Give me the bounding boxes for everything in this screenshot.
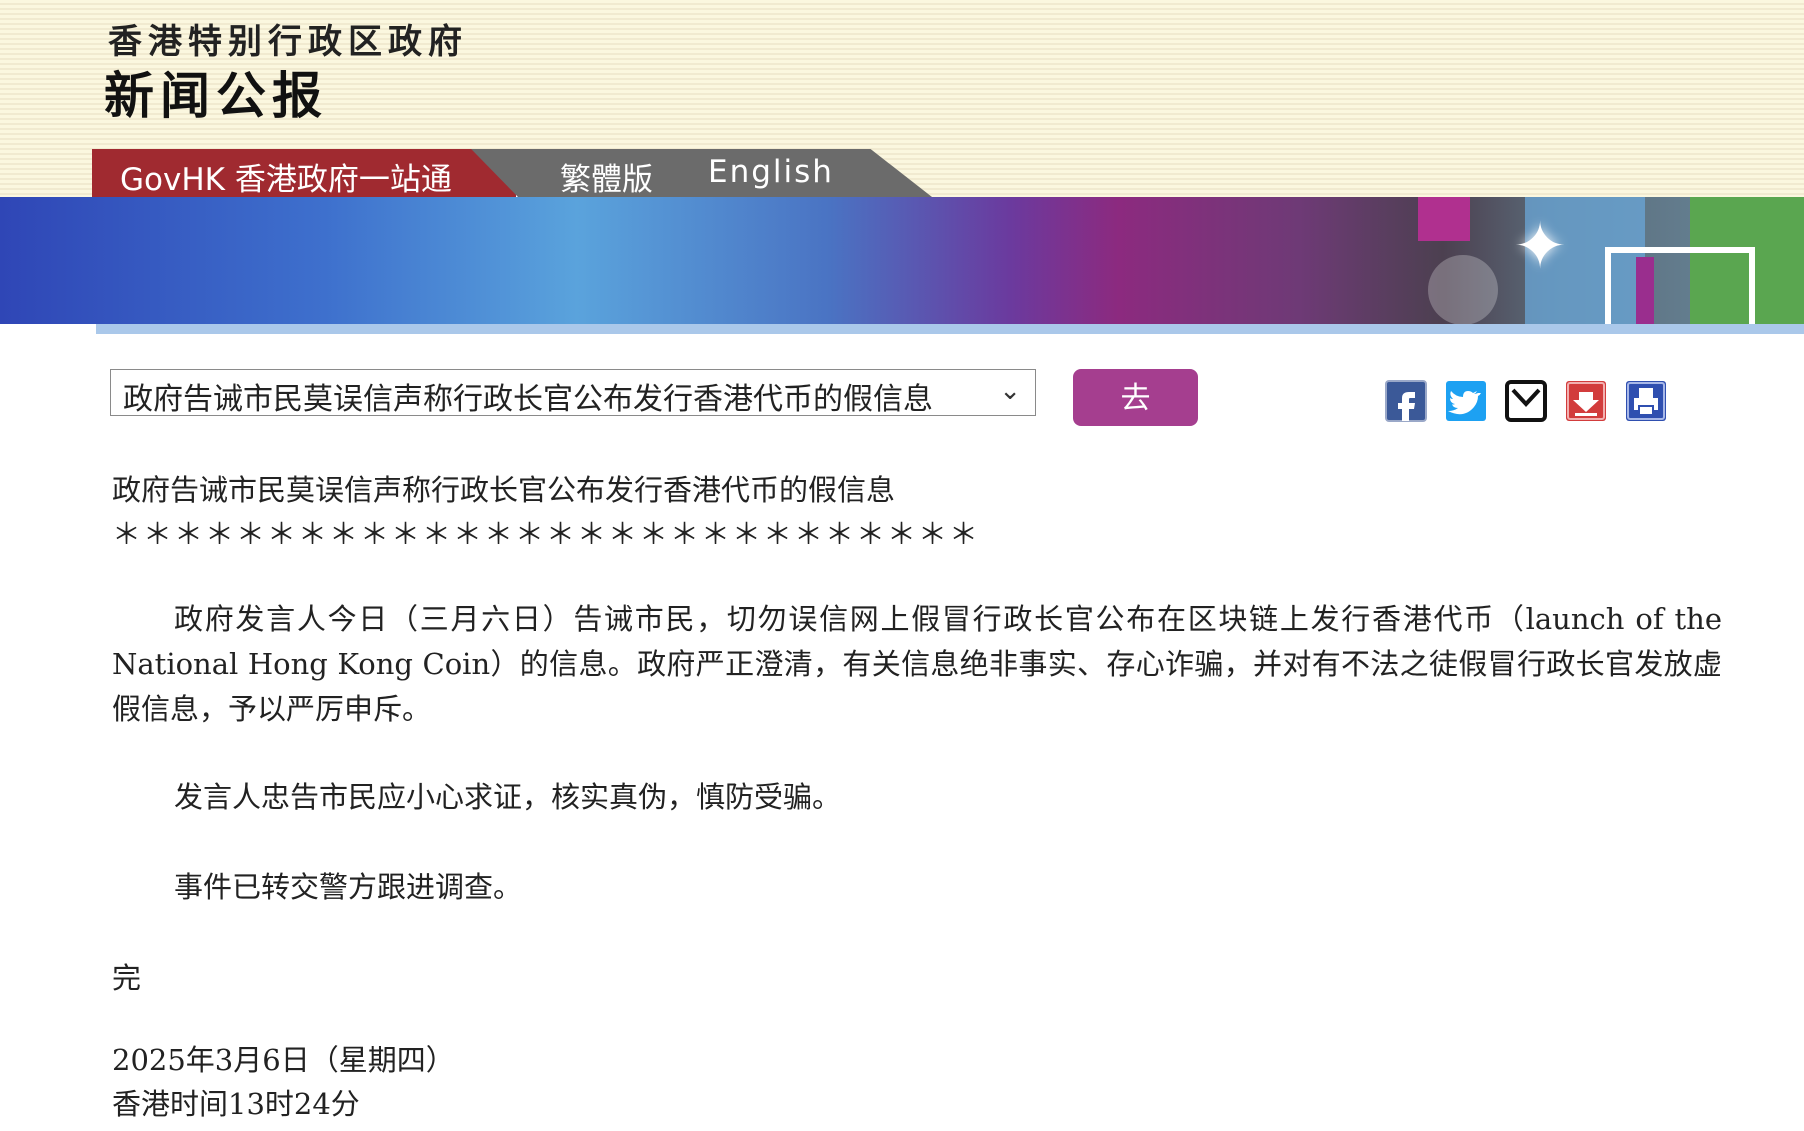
article-paragraph: 政府发言人今日（三月六日）告诫市民，切勿误信网上假冒行政长官公布在区块链上发行香… [112, 602, 1722, 726]
twitter-icon [1446, 381, 1486, 421]
email-share-button[interactable] [1505, 380, 1547, 422]
twitter-share-button[interactable] [1445, 380, 1487, 422]
banner-decoration [1418, 197, 1470, 241]
article-time: 香港时间13时24分 [112, 1087, 360, 1121]
chevron-down-icon: ⌄ [999, 376, 1021, 406]
header-banner: ✦ [0, 197, 1804, 324]
download-button[interactable] [1565, 380, 1607, 422]
press-release-select[interactable]: 政府告诫市民莫误信声称行政长官公布发行香港代币的假信息 ⌄ [110, 369, 1036, 416]
brand-press-releases: 新闻公报 [104, 67, 328, 125]
banner-decoration [1428, 255, 1498, 324]
page-header: 香港特别行政区政府 新闻公报 GovHK 香港政府一站通 繁體版 English [0, 0, 1804, 197]
article-paragraph: 发言人忠告市民应小心求证，核实真伪，慎防受骗。 [174, 780, 842, 814]
print-button[interactable] [1625, 380, 1667, 422]
facebook-share-button[interactable] [1385, 380, 1427, 422]
nav-traditional-chinese-link[interactable]: 繁體版 [560, 154, 653, 197]
article-date: 2025年3月6日（星期四） [112, 1043, 455, 1077]
press-release-select-value: 政府告诫市民莫误信声称行政长官公布发行香港代币的假信息 [123, 382, 933, 416]
print-icon [1626, 381, 1666, 421]
banner-decoration [1636, 257, 1654, 324]
article-paragraph: 事件已转交警方跟进调查。 [174, 870, 523, 904]
banner-strip [96, 324, 1804, 334]
mail-icon [1505, 380, 1547, 422]
article-end-mark: 完 [112, 961, 142, 995]
article-title: 政府告诫市民莫误信声称行政长官公布发行香港代币的假信息 [112, 473, 896, 507]
nav-english-link[interactable]: English [708, 154, 834, 190]
download-icon [1566, 381, 1606, 421]
title-separator: ＊＊＊＊＊＊＊＊＊＊＊＊＊＊＊＊＊＊＊＊＊＊＊＊＊＊＊＊ [112, 517, 981, 551]
sparkle-icon: ✦ [1513, 210, 1567, 284]
banner-decoration [1605, 247, 1755, 324]
go-button[interactable]: 去 [1073, 369, 1198, 426]
nav-govhk-link[interactable]: GovHK 香港政府一站通 [120, 154, 452, 197]
facebook-icon [1385, 380, 1427, 422]
